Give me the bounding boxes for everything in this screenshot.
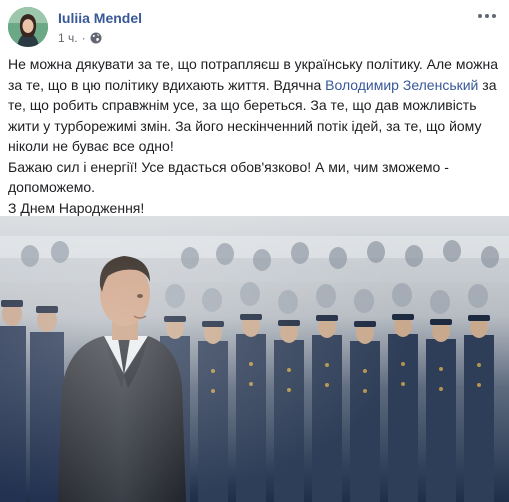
dot (478, 14, 482, 18)
more-options-icon[interactable] (475, 8, 499, 24)
mention-link[interactable]: Володимир Зеленський (325, 77, 478, 93)
author-avatar[interactable] (8, 7, 48, 47)
post-meta: 1 ч. · (58, 31, 102, 45)
post-header: Iuliia Mendel 1 ч. · (0, 0, 509, 52)
post-text: Не можна дякувати за те, що потрапляєш в… (8, 54, 503, 218)
meta-separator: · (81, 31, 86, 45)
post-timestamp[interactable]: 1 ч. (58, 31, 78, 45)
globe-icon[interactable] (90, 32, 102, 44)
dot (492, 14, 496, 18)
author-name[interactable]: Iuliia Mendel (58, 10, 142, 26)
facebook-post: Iuliia Mendel 1 ч. · Не можна дякувати з… (0, 0, 509, 502)
avatar-image (8, 7, 48, 47)
post-paragraph-1: Не можна дякувати за те, що потрапляєш в… (8, 54, 503, 157)
photo-image (0, 216, 509, 502)
post-paragraph-3: З Днем Народження! (8, 199, 145, 216)
dot (485, 14, 489, 18)
post-photo[interactable] (0, 216, 509, 502)
post-paragraph-2: Бажаю сил і енергії! Усе вдасться обов'я… (8, 158, 449, 196)
